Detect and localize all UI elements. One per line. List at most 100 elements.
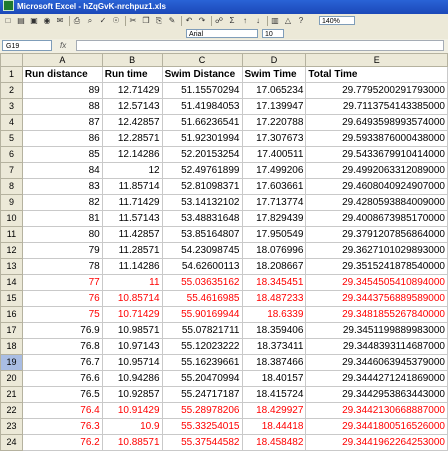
fx-icon[interactable]: fx xyxy=(60,40,74,51)
hyperlink-icon[interactable]: ☍ xyxy=(214,16,224,26)
cell[interactable]: 29.3454505410894000 xyxy=(305,274,448,291)
print-preview-icon[interactable]: ⌕ xyxy=(85,16,95,26)
cell[interactable]: 11.14286 xyxy=(101,258,163,275)
row-header[interactable]: 17 xyxy=(0,322,23,339)
cell[interactable]: 29.7113754143385000 xyxy=(305,98,448,115)
font-size-dropdown[interactable]: 10 xyxy=(262,29,284,38)
cell[interactable]: 29.3791207856864000 xyxy=(305,226,448,243)
cell[interactable]: 17.603661 xyxy=(241,178,307,195)
column-header-d[interactable]: D xyxy=(241,53,307,67)
row-header[interactable]: 12 xyxy=(0,242,23,259)
cell[interactable]: 76.2 xyxy=(21,434,103,451)
cell[interactable]: 51.66236541 xyxy=(161,114,243,131)
name-box[interactable]: G19 xyxy=(2,40,52,51)
row-header[interactable]: 13 xyxy=(0,258,23,275)
row-header[interactable]: 3 xyxy=(0,98,23,115)
cell[interactable]: 88 xyxy=(21,98,103,115)
cell[interactable]: 17.499206 xyxy=(241,162,307,179)
cell[interactable]: 29.3442130668887000 xyxy=(305,402,448,419)
drawing-icon[interactable]: △ xyxy=(283,16,293,26)
cell[interactable]: 18.429927 xyxy=(241,402,307,419)
cell[interactable]: 84 xyxy=(21,162,103,179)
cell[interactable]: 10.91429 xyxy=(101,402,163,419)
cell[interactable]: 89 xyxy=(21,82,103,99)
cell[interactable]: 87 xyxy=(21,114,103,131)
cell[interactable]: 29.3443756889589000 xyxy=(305,290,448,307)
row-header[interactable]: 10 xyxy=(0,210,23,227)
cell[interactable]: 18.487233 xyxy=(241,290,307,307)
row-header[interactable]: 6 xyxy=(0,146,23,163)
cell[interactable]: 82 xyxy=(21,194,103,211)
cell[interactable]: 76.8 xyxy=(21,338,103,355)
cell[interactable]: 78 xyxy=(21,258,103,275)
cell[interactable]: 12 xyxy=(101,162,163,179)
print-icon[interactable]: ⎙ xyxy=(72,16,82,26)
row-header[interactable]: 21 xyxy=(0,386,23,403)
cell[interactable]: 12.57143 xyxy=(101,98,163,115)
cell[interactable]: 80 xyxy=(21,226,103,243)
cell[interactable]: 12.42857 xyxy=(101,114,163,131)
cell[interactable]: 55.12023222 xyxy=(161,338,243,355)
cell[interactable]: 76.4 xyxy=(21,402,103,419)
cell[interactable]: 10.92857 xyxy=(101,386,163,403)
formula-input[interactable] xyxy=(76,40,444,51)
row-header[interactable]: 16 xyxy=(0,306,23,323)
row-header[interactable]: 24 xyxy=(0,434,23,451)
row-header[interactable]: 22 xyxy=(0,402,23,419)
cell[interactable]: 12.14286 xyxy=(101,146,163,163)
cell[interactable]: 55.07821711 xyxy=(161,322,243,339)
cell[interactable]: 18.415724 xyxy=(241,386,307,403)
cell[interactable]: 55.16239661 xyxy=(161,354,243,371)
undo-icon[interactable]: ↶ xyxy=(184,16,194,26)
cell[interactable]: 10.94286 xyxy=(101,370,163,387)
cell[interactable]: 29.6493598993574000 xyxy=(305,114,448,131)
chart-wizard-icon[interactable]: ▥ xyxy=(270,16,280,26)
cell[interactable]: 55.33254015 xyxy=(161,418,243,435)
permission-icon[interactable]: ◉ xyxy=(42,16,52,26)
cell[interactable]: 85 xyxy=(21,146,103,163)
cell[interactable]: 10.88571 xyxy=(101,434,163,451)
cell[interactable]: 29.5933876000438000 xyxy=(305,130,448,147)
cell[interactable]: 75 xyxy=(21,306,103,323)
cell[interactable]: 29.4008673985170000 xyxy=(305,210,448,227)
cell[interactable]: 55.4616985 xyxy=(161,290,243,307)
cell[interactable]: 17.307673 xyxy=(241,130,307,147)
column-header-c[interactable]: C xyxy=(161,53,243,67)
row-header[interactable]: 23 xyxy=(0,418,23,435)
cell[interactable]: 86 xyxy=(21,130,103,147)
cell[interactable]: 10.95714 xyxy=(101,354,163,371)
cell[interactable]: 53.14132102 xyxy=(161,194,243,211)
cut-icon[interactable]: ✂ xyxy=(128,16,138,26)
column-header-a[interactable]: A xyxy=(21,53,103,67)
cell[interactable]: 29.3446063945379000 xyxy=(305,354,448,371)
cell[interactable]: 51.92301994 xyxy=(161,130,243,147)
autosum-icon[interactable]: Σ xyxy=(227,16,237,26)
copy-icon[interactable]: ❐ xyxy=(141,16,151,26)
cell[interactable]: 10.97143 xyxy=(101,338,163,355)
row-header[interactable]: 2 xyxy=(0,82,23,99)
row-header[interactable]: 20 xyxy=(0,370,23,387)
select-all-corner[interactable] xyxy=(0,53,23,67)
row-header[interactable]: 11 xyxy=(0,226,23,243)
cell[interactable]: 51.41984053 xyxy=(161,98,243,115)
sort-asc-icon[interactable]: ↑ xyxy=(240,16,250,26)
cell[interactable]: 29.3444271241869000 xyxy=(305,370,448,387)
cell[interactable]: 55.20470994 xyxy=(161,370,243,387)
cell[interactable]: 18.44418 xyxy=(241,418,307,435)
row-header[interactable]: 18 xyxy=(0,338,23,355)
cell[interactable]: 55.03635162 xyxy=(161,274,243,291)
cell[interactable]: 29.3441800516526000 xyxy=(305,418,448,435)
cell[interactable]: 29.3442953863443000 xyxy=(305,386,448,403)
cell[interactable]: 18.208667 xyxy=(241,258,307,275)
cell[interactable]: 10.85714 xyxy=(101,290,163,307)
cell[interactable]: 77 xyxy=(21,274,103,291)
save-icon[interactable]: ▣ xyxy=(29,16,39,26)
row-header[interactable]: 8 xyxy=(0,178,23,195)
new-icon[interactable]: □ xyxy=(3,16,13,26)
cell[interactable]: 17.065234 xyxy=(241,82,307,99)
cell[interactable]: 17.220788 xyxy=(241,114,307,131)
cell[interactable]: 11.57143 xyxy=(101,210,163,227)
cell[interactable]: 55.28978206 xyxy=(161,402,243,419)
spelling-icon[interactable]: ✓ xyxy=(98,16,108,26)
open-icon[interactable]: ▤ xyxy=(16,16,26,26)
